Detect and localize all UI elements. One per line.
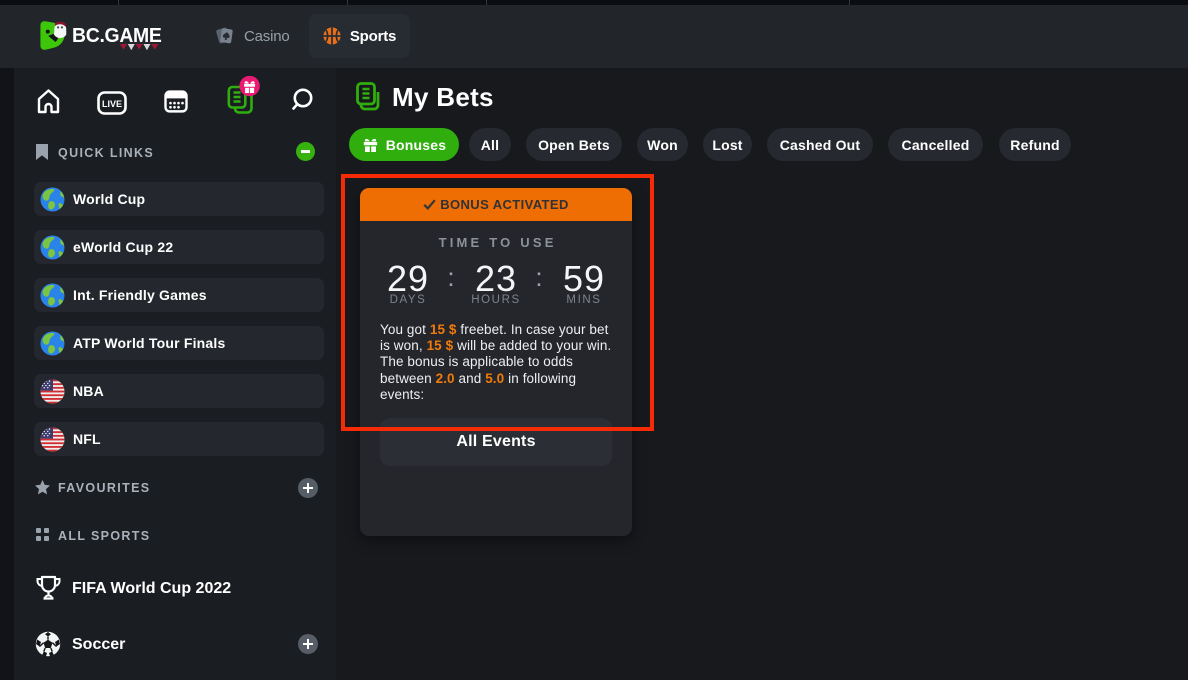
- svg-text:LIVE: LIVE: [102, 99, 122, 109]
